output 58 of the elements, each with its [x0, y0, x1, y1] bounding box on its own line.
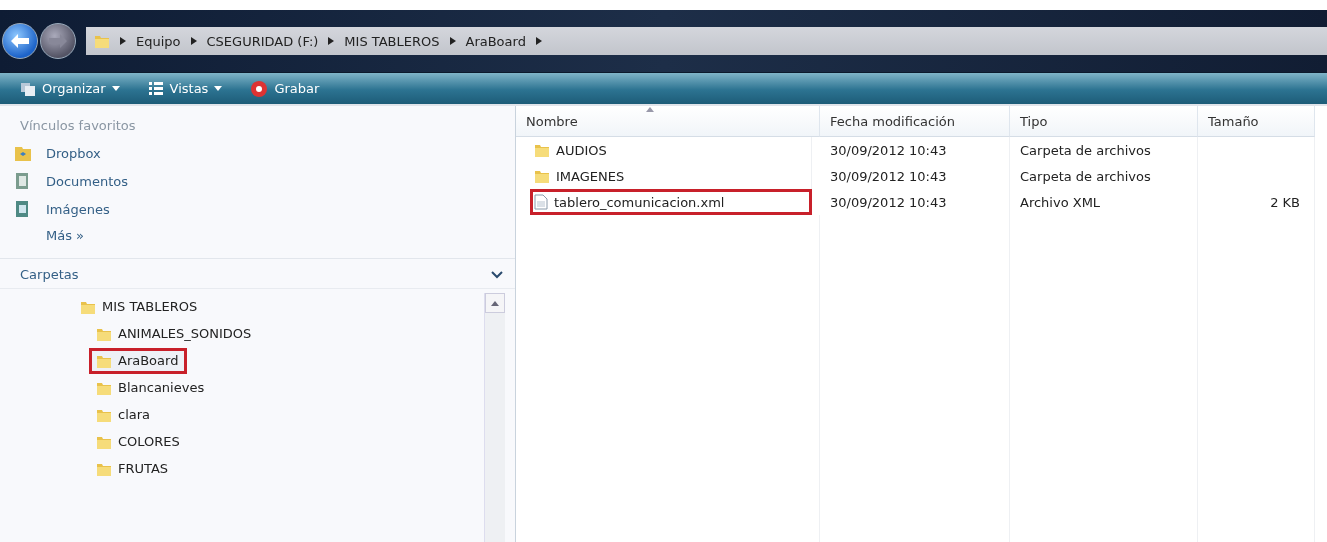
tree-item[interactable]: FRUTAS [92, 458, 175, 479]
caret-icon [111, 86, 120, 91]
favorite-link[interactable]: Dropbox [0, 139, 515, 167]
disc-icon [250, 79, 269, 98]
table-cell: Carpeta de archivos [1010, 137, 1198, 163]
more-link[interactable]: Más » [0, 223, 515, 248]
section-heading: Carpetas [20, 267, 79, 282]
toolbar-button[interactable]: Organizar [14, 74, 126, 103]
section-heading: Vínculos favoritos [19, 117, 137, 135]
chevron-icon [328, 37, 335, 45]
breadcrumb[interactable]: Equipo [136, 33, 181, 49]
back-arrow-icon [11, 34, 29, 48]
pages-icon [20, 80, 36, 97]
forward-arrow-icon [49, 34, 67, 48]
chevron-icon [535, 37, 542, 45]
column-header[interactable]: Nombre [516, 106, 820, 137]
column-header[interactable]: Fecha modificación [820, 106, 1010, 137]
chevron-icon [449, 37, 456, 45]
breadcrumb[interactable]: CSEGURIDAD (F:) [206, 33, 319, 49]
tree-item[interactable]: AraBoard [92, 350, 185, 371]
chevron-icon [120, 37, 126, 45]
table-cell: 30/09/2012 10:43 [820, 137, 1010, 163]
sort-arrow-icon [646, 107, 654, 112]
breadcrumb[interactable]: AraBoard [465, 33, 526, 49]
caret-icon [214, 86, 223, 91]
caret-up-icon [491, 300, 499, 306]
tree-item[interactable]: COLORES [92, 431, 186, 452]
column-header[interactable]: Tipo [1010, 106, 1198, 137]
chevron-down-icon[interactable] [491, 270, 503, 279]
folder-icon [534, 142, 550, 158]
tree-item[interactable]: clara [92, 404, 157, 425]
chevron-icon [190, 37, 197, 45]
forward-button[interactable] [40, 23, 76, 59]
file-name[interactable]: IMAGENES [530, 163, 812, 189]
folder-icon [14, 144, 32, 162]
toolbar-button[interactable]: Grabar [244, 74, 326, 103]
table-cell: 30/09/2012 10:43 [820, 163, 1010, 189]
back-button[interactable] [2, 23, 38, 59]
folder-icon [534, 168, 550, 184]
folder-icon [94, 33, 110, 49]
column-header[interactable]: Tamaño [1198, 106, 1315, 137]
tree-item[interactable]: MIS TABLEROS [76, 296, 204, 317]
table-cell: 2 KB [1198, 189, 1315, 215]
table-cell: Carpeta de archivos [1010, 163, 1198, 189]
file-name[interactable]: tablero_comunicacion.xml [530, 189, 812, 215]
favorite-link[interactable]: Documentos [0, 167, 515, 195]
tree-item[interactable]: Blancanieves [92, 377, 211, 398]
breadcrumb[interactable]: MIS TABLEROS [344, 33, 440, 49]
address-bar[interactable]: Equipo CSEGURIDAD (F:) MIS TABLEROS AraBoard [86, 27, 1327, 55]
scroll-up-button[interactable] [485, 293, 505, 313]
grid-icon [147, 80, 164, 97]
table-cell: 30/09/2012 10:43 [820, 189, 1010, 215]
file-name[interactable]: AUDIOS [530, 137, 812, 163]
document-icon [534, 194, 548, 210]
favorite-link[interactable]: Imágenes [0, 195, 515, 223]
tree-item[interactable]: ANIMALES_SONIDOS [92, 323, 258, 344]
table-cell: Archivo XML [1010, 189, 1198, 215]
toolbar-button[interactable]: Vistas [141, 74, 229, 103]
